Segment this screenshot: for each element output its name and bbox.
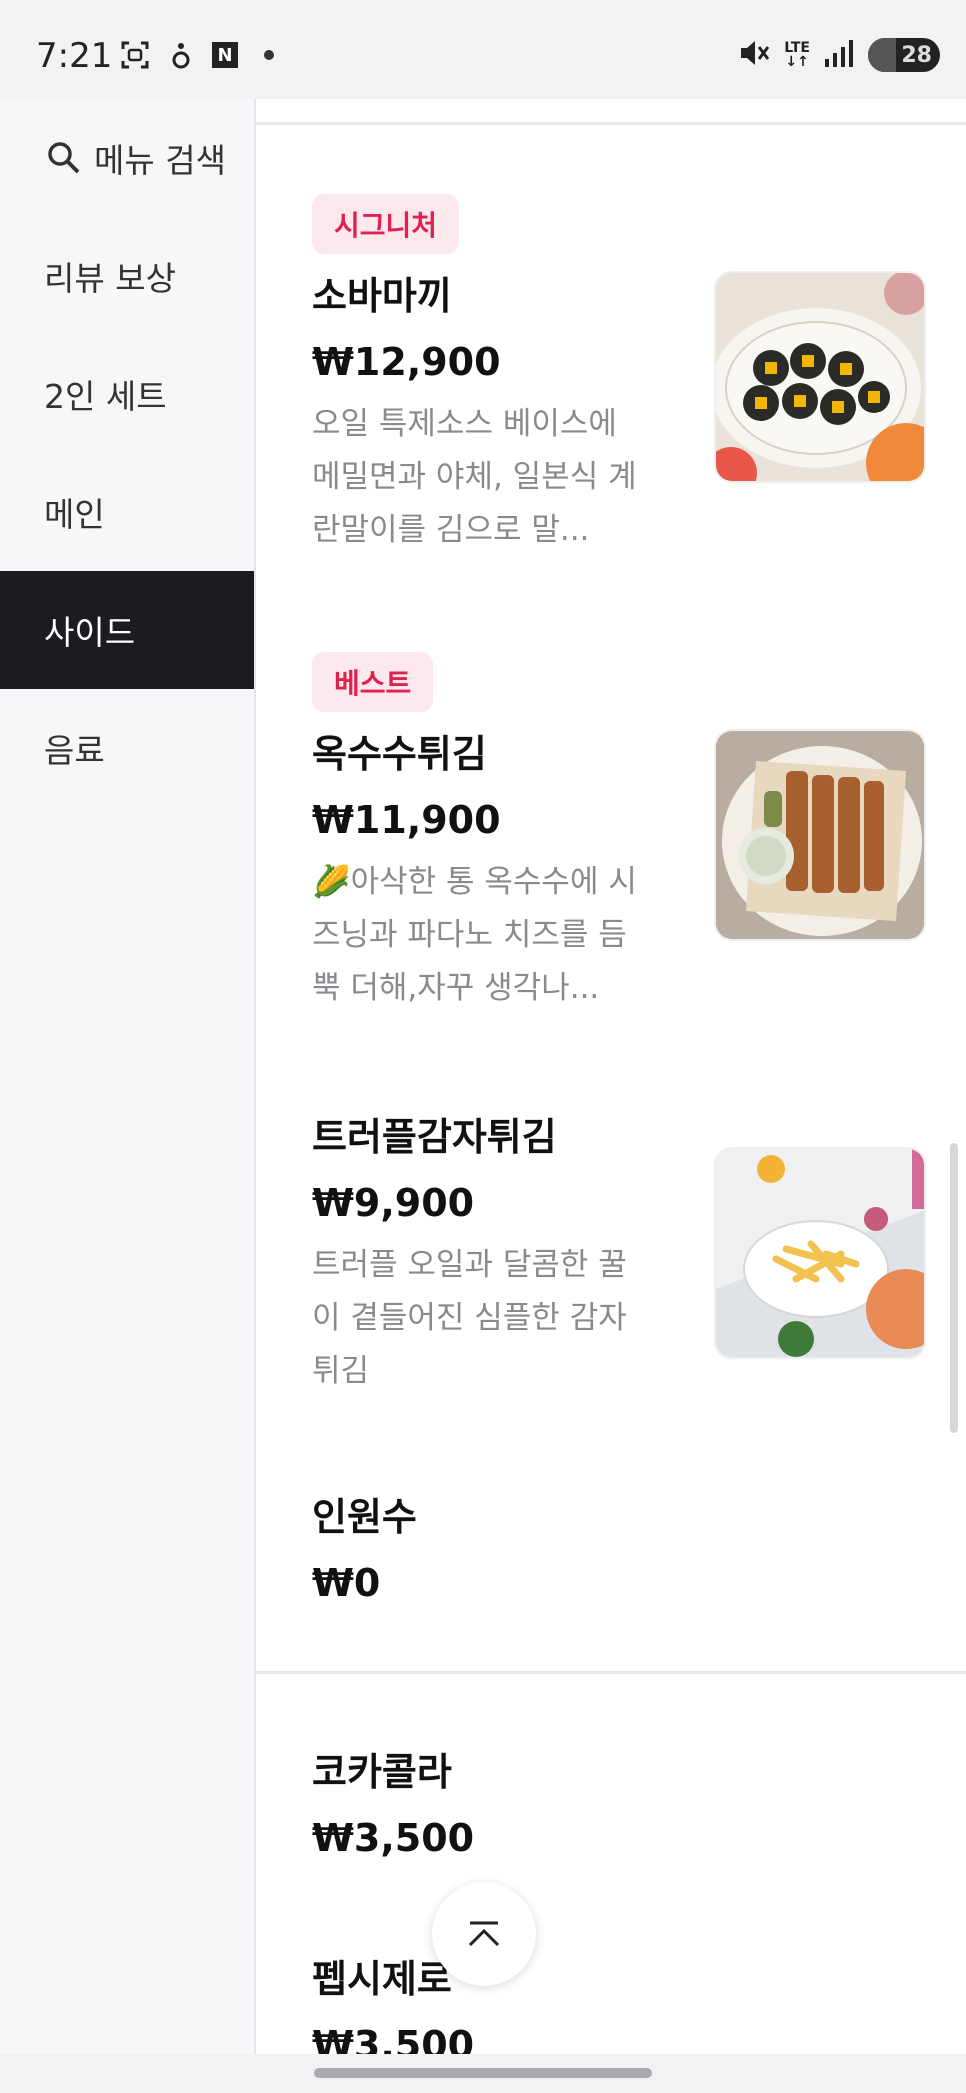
status-bar: 7:21 N LTE ↓↑ 28 (0, 0, 966, 99)
item-description: 🌽아삭한 통 옥수수에 시즈닝과 파다노 치즈를 듬뿍 더해,자꾸 생각나... (312, 864, 637, 1006)
menu-item-pepsi-zero[interactable]: 펩시제로 ₩3,500 (312, 1951, 932, 2054)
truffle-fries-photo[interactable] (714, 1147, 926, 1359)
section-divider (256, 1671, 966, 1674)
sidebar-item-main[interactable]: 메인 (0, 453, 254, 571)
sidebar-item-side[interactable]: 사이드 (0, 571, 254, 689)
item-name: 인원수 (312, 1495, 417, 1539)
chevron-up-icon (468, 1921, 500, 1947)
signature-badge: 시그니처 (312, 194, 460, 254)
section-divider (256, 122, 966, 125)
item-name: 코카콜라 (312, 1750, 452, 1794)
network-type: LTE (784, 40, 810, 56)
item-name: 펩시제로 (312, 1957, 452, 2001)
menu-list: 시그니처 소바마끼 ₩12,900 오일 특제소스 베이스에 메밀면과 야체, … (256, 99, 966, 2054)
category-sidebar: 메뉴 검색 리뷰 보상 2인 세트 메인 사이드 음료 (0, 99, 256, 2054)
item-price: ₩0 (312, 1561, 381, 1605)
signal-icon (824, 39, 854, 71)
gesture-nav-bar (0, 2054, 966, 2093)
scrollbar[interactable] (950, 1143, 958, 1433)
battery-indicator: 28 (868, 38, 940, 72)
sobamaki-photo[interactable] (714, 271, 926, 483)
accessibility-icon (166, 40, 196, 70)
system-icons: LTE ↓↑ 28 (738, 38, 940, 72)
item-price: ₩3,500 (312, 2023, 475, 2054)
sidebar-item-drinks[interactable]: 음료 (0, 689, 254, 807)
notification-icons: N (120, 40, 284, 70)
naver-icon: N (212, 42, 238, 68)
search-label: 메뉴 검색 (94, 141, 226, 180)
item-description: 트러플 오일과 달콤한 꿀이 곁들어진 심플한 감자튀김 (312, 1247, 627, 1389)
scroll-to-top-button[interactable] (432, 1882, 536, 1986)
lte-icon: LTE ↓↑ (784, 40, 810, 70)
item-description: 오일 특제소스 베이스에 메밀면과 야체, 일본식 계란말이를 김으로 말... (312, 406, 637, 548)
home-gesture-handle[interactable] (314, 2068, 652, 2078)
sidebar-item-review-reward[interactable]: 리뷰 보상 (0, 217, 254, 335)
more-dot-icon (254, 40, 284, 70)
screenshot-icon (120, 40, 150, 70)
sidebar-item-2person-set[interactable]: 2인 세트 (0, 335, 254, 453)
item-price: ₩3,500 (312, 1816, 475, 1860)
menu-search-button[interactable]: 메뉴 검색 (0, 99, 254, 217)
menu-item-headcount[interactable]: 인원수 ₩0 (312, 1489, 932, 1615)
search-icon (48, 142, 80, 174)
status-time: 7:21 (36, 36, 113, 76)
battery-level: 28 (901, 42, 932, 68)
mute-icon (738, 38, 770, 72)
corn-fry-photo[interactable] (714, 729, 926, 941)
menu-item-coca-cola[interactable]: 코카콜라 ₩3,500 (312, 1744, 932, 1870)
best-badge: 베스트 (312, 652, 434, 712)
